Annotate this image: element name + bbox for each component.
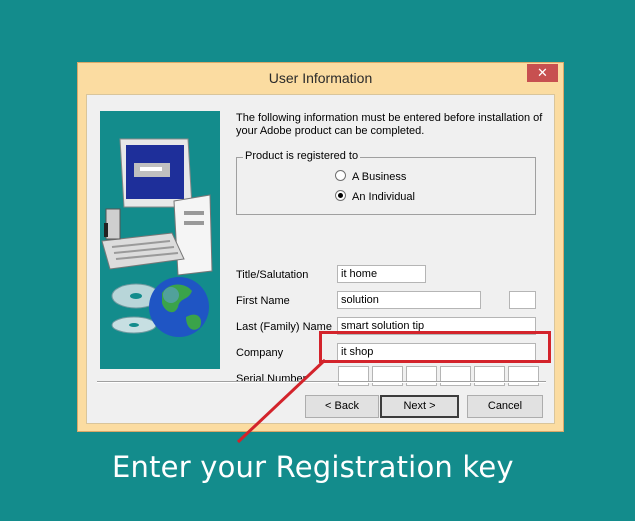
annotation-arrow: [236, 358, 327, 444]
annotation-caption: Enter your Registration key: [112, 450, 514, 484]
annotation-line: [236, 358, 327, 444]
